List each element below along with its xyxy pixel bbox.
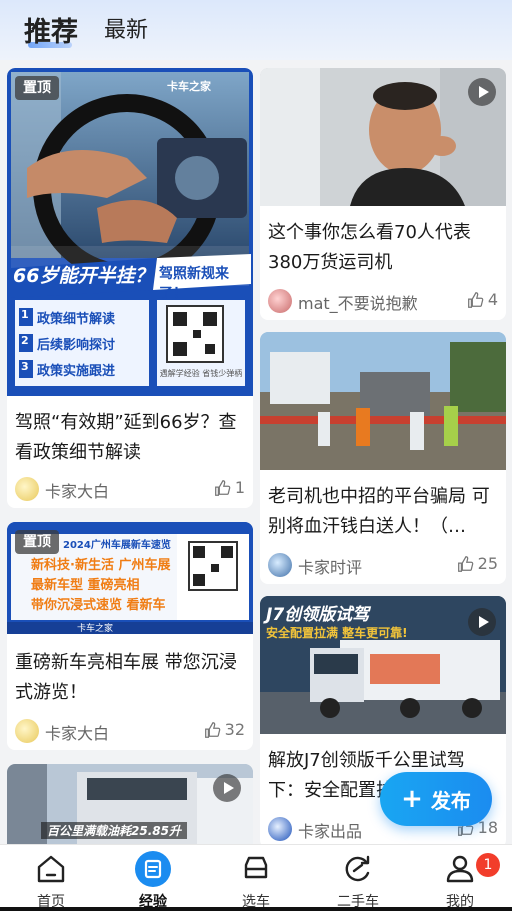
thumbs-up-icon	[457, 555, 473, 572]
poster-headline: 66岁能开半挂？	[13, 265, 154, 287]
play-icon[interactable]	[468, 608, 496, 636]
card-thumbnail: 百公里满载油耗25.85升	[7, 764, 253, 844]
poster-top-line: 2024广州车展新车速览	[63, 540, 171, 551]
bottom-nav: 首页 经验 选车 二手车 1 我的	[0, 844, 512, 911]
card-title[interactable]: 驾照“有效期”延到66岁？查看政策细节解读	[15, 408, 245, 468]
card-thumbnail	[260, 68, 506, 206]
card-meta: 卡家大白 32	[15, 718, 245, 744]
refresh-icon	[345, 855, 370, 882]
author-name[interactable]: 卡家大白	[45, 720, 109, 744]
avatar[interactable]	[268, 289, 292, 313]
user-icon	[446, 855, 474, 883]
card-title[interactable]: 老司机也中招的平台骗局 可别将血汗钱白送人！（…	[268, 482, 498, 542]
poster-brand: 卡车之家	[167, 80, 211, 93]
feed-card[interactable]: 老司机也中招的平台骗局 可别将血汗钱白送人！（… 卡家时评 25	[260, 332, 506, 584]
top-tab-bar: 推荐 最新	[0, 0, 512, 60]
like-button[interactable]: 25	[456, 554, 498, 573]
play-icon[interactable]	[468, 78, 496, 106]
nav-select-car[interactable]: 选车	[206, 845, 306, 911]
like-count: 1	[234, 478, 245, 497]
thumbs-up-icon	[204, 721, 220, 738]
tab-latest[interactable]: 最新	[104, 12, 148, 44]
home-icon	[37, 855, 65, 883]
play-icon[interactable]	[213, 774, 241, 802]
like-count: 4	[487, 290, 498, 309]
poster-point: 政策细节解读	[37, 312, 116, 327]
nav-home[interactable]: 首页	[1, 845, 101, 911]
notification-badge: 1	[476, 853, 500, 877]
poster-line: 新科技·新生活 广州车展	[31, 558, 171, 573]
poster-subtitle: 安全配置拉满 整车更可靠!	[266, 626, 408, 640]
feed-card[interactable]: 卡车之家 66岁能开半挂？ 驾照新规来了！ 1 政策细节解读 2 后续影响探讨 …	[7, 68, 253, 508]
publish-label: 发布	[430, 788, 471, 813]
avatar[interactable]	[268, 817, 292, 841]
experience-icon	[135, 851, 171, 887]
publish-button[interactable]: + 发布	[380, 772, 492, 826]
avatar[interactable]	[268, 553, 292, 577]
author-name[interactable]: mat_不要说抱歉	[298, 290, 418, 314]
card-meta: 卡家时评 25	[268, 552, 498, 578]
poster-tag: 驾照新规来了！	[159, 266, 229, 302]
author-name[interactable]: 卡家出品	[298, 818, 362, 842]
card-title[interactable]: 这个事你怎么看70人代表380万货运司机	[268, 218, 498, 278]
card-meta: 卡家大白 1	[15, 476, 245, 502]
plus-icon: +	[401, 784, 423, 814]
author-name[interactable]: 卡家时评	[298, 554, 362, 578]
poster-point: 后续影响探讨	[37, 338, 116, 353]
card-thumbnail	[260, 332, 506, 470]
poster-brand: 卡车之家	[77, 624, 114, 634]
tab-recommend[interactable]: 推荐	[24, 10, 78, 49]
thumbs-up-icon	[214, 479, 231, 496]
pinned-badge: 置顶	[15, 76, 59, 100]
card-thumbnail: 卡车之家 66岁能开半挂？ 驾照新规来了！ 1 政策细节解读 2 后续影响探讨 …	[7, 68, 253, 396]
avatar[interactable]	[15, 477, 39, 501]
like-button[interactable]: 1	[213, 478, 245, 497]
home-indicator	[0, 907, 512, 911]
poster-point: 政策实施跟进	[37, 364, 116, 379]
car-icon	[244, 856, 268, 879]
nav-used-car[interactable]: 二手车	[308, 845, 408, 911]
feed-card[interactable]: 这个事你怎么看70人代表380万货运司机 mat_不要说抱歉 4	[260, 68, 506, 320]
poster-caption: 百公里满载油耗25.85升	[41, 822, 187, 839]
card-thumbnail: J7创领版试驾 安全配置拉满 整车更可靠!	[260, 596, 506, 734]
nav-me[interactable]: 1 我的	[410, 845, 510, 911]
content-feed[interactable]: 卡车之家 66岁能开半挂？ 驾照新规来了！ 1 政策细节解读 2 后续影响探讨 …	[0, 60, 512, 844]
poster-line: 最新车型 重磅亮相	[31, 578, 140, 593]
card-thumbnail: 2024广州车展新车速览 新科技·新生活 广州车展 最新车型 重磅亮相 带你沉浸…	[7, 522, 253, 634]
feed-card[interactable]: 2024广州车展新车速览 新科技·新生活 广州车展 最新车型 重磅亮相 带你沉浸…	[7, 522, 253, 750]
author-name[interactable]: 卡家大白	[45, 478, 109, 502]
like-button[interactable]: 4	[466, 290, 498, 309]
poster-title: J7创领版试驾	[266, 605, 370, 625]
like-button[interactable]: 32	[203, 720, 245, 739]
avatar[interactable]	[15, 719, 39, 743]
thumbs-up-icon	[467, 291, 484, 308]
pinned-badge: 置顶	[15, 530, 59, 554]
like-count: 25	[477, 554, 498, 573]
card-meta: mat_不要说抱歉 4	[268, 288, 498, 314]
card-title[interactable]: 重磅新车亮相车展 带您沉浸式游览！	[15, 648, 245, 708]
feed-card[interactable]: 百公里满载油耗25.85升	[7, 764, 253, 844]
poster-line: 带你沉浸式速览 看新车	[31, 598, 166, 613]
poster-qr-caption: 遇解学经验 省钱少弹柄	[159, 369, 243, 378]
like-count: 32	[224, 720, 245, 739]
nav-experience[interactable]: 经验	[103, 845, 203, 911]
